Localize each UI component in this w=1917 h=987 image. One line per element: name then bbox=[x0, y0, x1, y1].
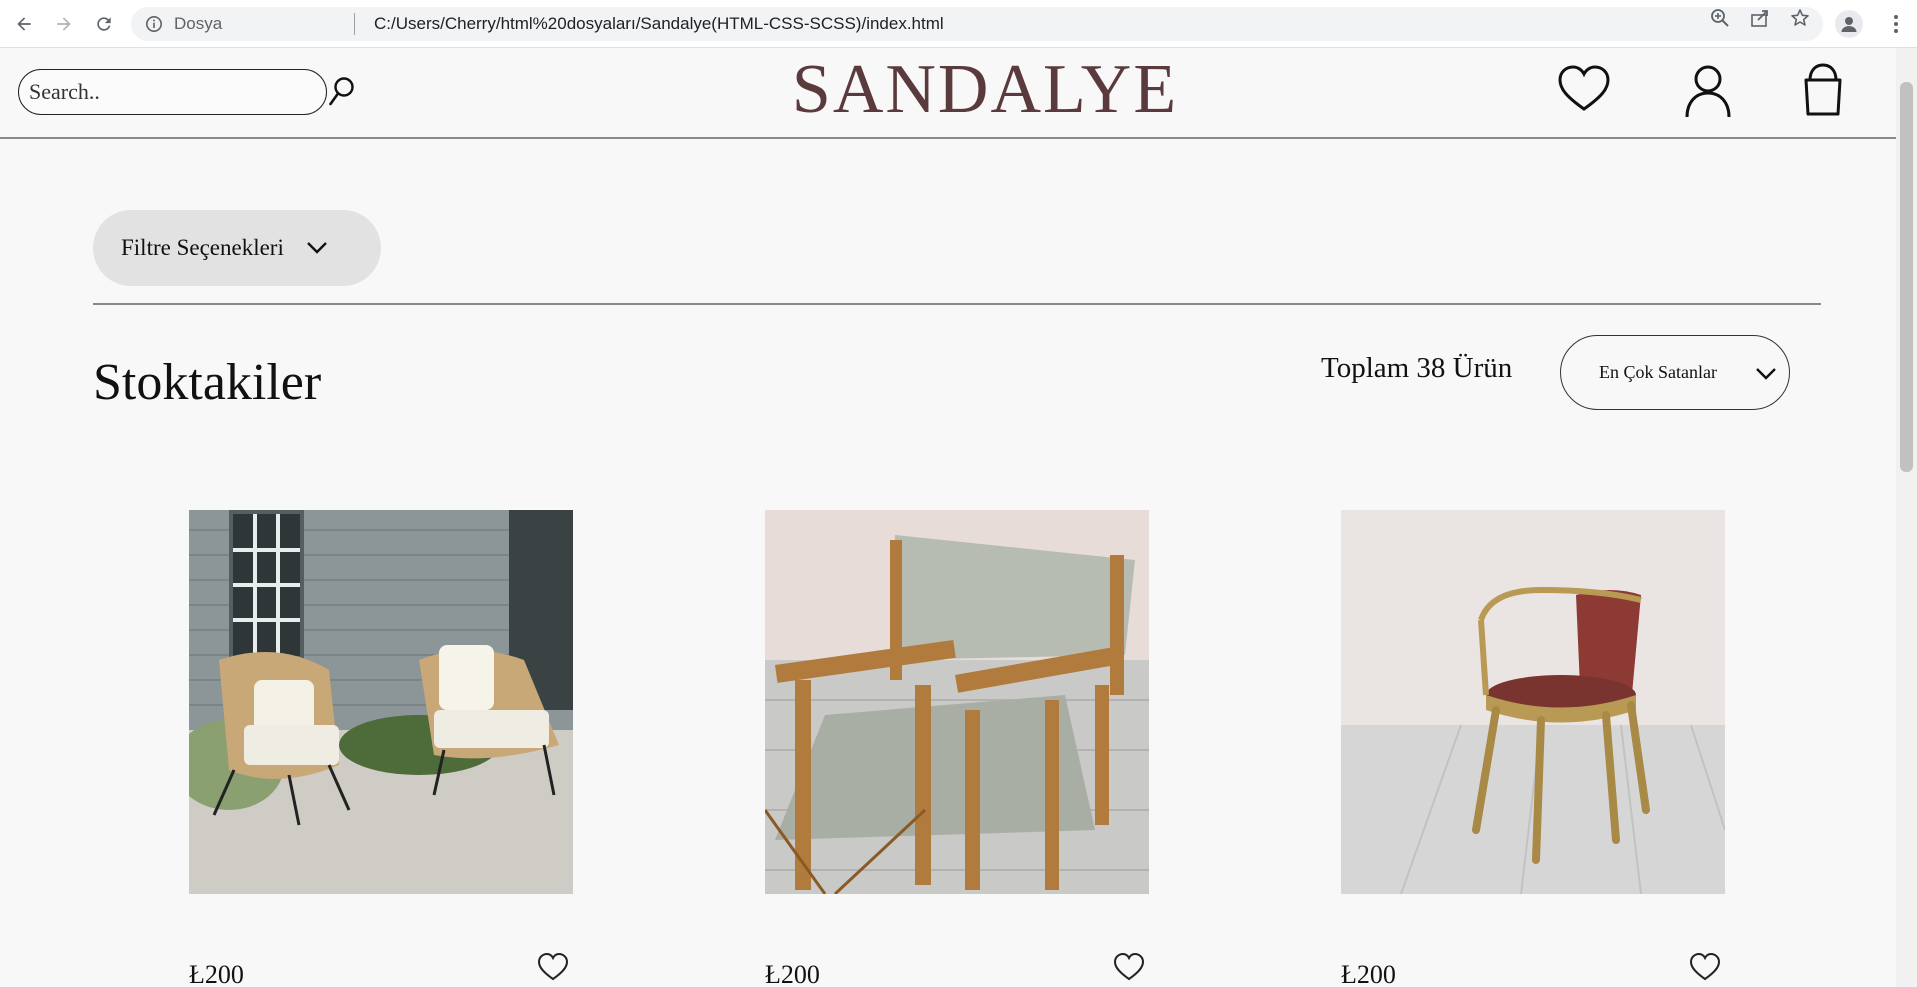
profile-avatar-icon[interactable] bbox=[1835, 10, 1863, 38]
header-divider bbox=[0, 137, 1896, 139]
user-icon[interactable] bbox=[1681, 62, 1735, 118]
product-card[interactable]: Ł200 bbox=[765, 510, 1149, 987]
product-price: Ł200 bbox=[1341, 960, 1396, 987]
shopping-bag-icon[interactable] bbox=[1796, 62, 1850, 118]
vertical-scrollbar[interactable] bbox=[1896, 48, 1917, 987]
search-input[interactable] bbox=[18, 69, 327, 115]
info-icon[interactable] bbox=[145, 15, 163, 33]
product-image-rattan-chairs[interactable] bbox=[189, 510, 573, 894]
product-card[interactable]: Ł200 bbox=[189, 510, 573, 987]
filter-options-label: Filtre Seçenekleri bbox=[121, 235, 284, 260]
zoom-icon[interactable] bbox=[1710, 8, 1730, 28]
reload-icon[interactable] bbox=[92, 12, 116, 36]
address-bar[interactable]: Dosya C:/Users/Cherry/html%20dosyaları/S… bbox=[131, 7, 1823, 41]
separator bbox=[354, 13, 355, 35]
filter-divider bbox=[93, 303, 1821, 305]
product-image-metal-chair[interactable] bbox=[1341, 510, 1725, 894]
bookmark-star-icon[interactable] bbox=[1790, 8, 1810, 28]
back-icon[interactable] bbox=[12, 12, 36, 36]
heart-icon[interactable] bbox=[1113, 952, 1145, 982]
product-price: Ł200 bbox=[765, 960, 820, 987]
browser-toolbar: Dosya C:/Users/Cherry/html%20dosyaları/S… bbox=[0, 0, 1917, 48]
share-icon[interactable] bbox=[1750, 8, 1770, 28]
chevron-down-icon bbox=[1756, 368, 1776, 380]
scrollbar-thumb[interactable] bbox=[1900, 82, 1913, 472]
menu-kebab-icon[interactable] bbox=[1886, 12, 1906, 36]
url-text[interactable]: C:/Users/Cherry/html%20dosyaları/Sandaly… bbox=[374, 14, 944, 34]
filter-options-button[interactable]: Filtre Seçenekleri bbox=[93, 210, 381, 286]
heart-icon[interactable] bbox=[537, 952, 569, 982]
search-icon[interactable] bbox=[328, 75, 358, 109]
product-price: Ł200 bbox=[189, 960, 244, 987]
forward-icon[interactable] bbox=[52, 12, 76, 36]
page-title: Stoktakiler bbox=[93, 354, 322, 411]
sort-select[interactable]: En Çok Satanlar bbox=[1560, 335, 1790, 410]
product-card[interactable]: Ł200 bbox=[1341, 510, 1725, 987]
sort-selected-label: En Çok Satanlar bbox=[1599, 362, 1717, 382]
page: SANDALYE Filtre Seçenekleri Stoktakiler … bbox=[0, 48, 1896, 987]
product-image-director-chair[interactable] bbox=[765, 510, 1149, 894]
heart-icon[interactable] bbox=[1689, 952, 1721, 982]
product-count: Toplam 38 Ürün bbox=[1321, 352, 1513, 384]
scheme-label: Dosya bbox=[174, 14, 223, 33]
site-logo[interactable]: SANDALYE bbox=[700, 50, 1270, 130]
chevron-down-icon bbox=[307, 242, 327, 254]
heart-icon[interactable] bbox=[1557, 62, 1611, 118]
